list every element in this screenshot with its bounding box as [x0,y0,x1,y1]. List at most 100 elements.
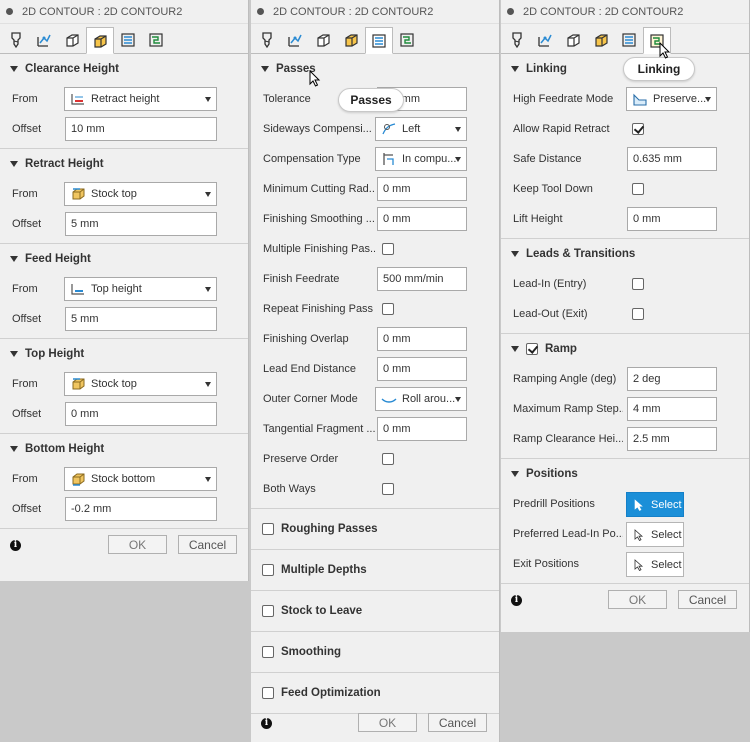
height-section-header[interactable]: Bottom Height [0,434,248,464]
ok-button[interactable]: OK [608,590,667,609]
offset-input[interactable]: -0.2 mm [65,497,217,521]
max-ramp-input[interactable]: 4 mm [627,397,717,421]
positions-section: Positions Predrill Positions Select Prefe… [501,459,749,584]
offset-input[interactable]: 5 mm [65,307,217,331]
cancel-button[interactable]: Cancel [428,713,487,732]
from-select[interactable]: Stock top [64,182,217,206]
finish-smooth-input[interactable]: 0 mm [377,207,467,231]
section-title: Bottom Height [25,443,105,455]
section-checkbox[interactable] [262,564,274,576]
allow-rapid-checkbox[interactable] [632,123,644,135]
both-ways-checkbox[interactable] [382,483,394,495]
tab-tool[interactable] [253,27,281,53]
tab-heights[interactable] [559,27,587,53]
height-section-header[interactable]: Retract Height [0,149,248,179]
tab-passes[interactable] [337,27,365,53]
collapsed-section: Multiple Depths [251,550,499,591]
tab-tool[interactable] [503,27,531,53]
tab-linking[interactable] [114,27,142,53]
ok-button[interactable]: OK [108,535,167,554]
tab-passes[interactable] [587,27,615,53]
from-select[interactable]: Stock top [64,372,217,396]
height-section-header[interactable]: Top Height [0,339,248,369]
from-select[interactable]: Top height [64,277,217,301]
lead-out-checkbox[interactable] [632,308,644,320]
ramp-angle-input[interactable]: 2 deg [627,367,717,391]
collapsed-section-header[interactable]: Multiple Depths [251,550,499,590]
passes-header[interactable]: Passes [251,54,499,84]
collapsed-section-header[interactable]: Roughing Passes [251,509,499,549]
safe-dist-row: Safe Distance 0.635 mm [501,144,749,174]
tab-linking[interactable] [365,27,393,54]
sideways-select[interactable]: Left [375,117,467,141]
outer-corner-select[interactable]: Roll arou... [375,387,467,411]
finish-overlap-input[interactable]: 0 mm [377,327,467,351]
section-checkbox[interactable] [262,687,274,699]
tab-heights[interactable] [309,27,337,53]
repeat-finish-checkbox[interactable] [382,303,394,315]
offset-input[interactable]: 0 mm [65,402,217,426]
multi-finish-checkbox[interactable] [382,243,394,255]
lift-input[interactable]: 0 mm [627,207,717,231]
tab-heights[interactable] [58,27,86,53]
preserve-checkbox[interactable] [382,453,394,465]
cancel-button[interactable]: Cancel [178,535,237,554]
tab-linking[interactable] [615,27,643,53]
collapsed-section-header[interactable]: Stock to Leave [251,591,499,631]
hf-mode-select[interactable]: Preserve... [626,87,717,111]
tab-geometry[interactable] [531,27,559,53]
section-checkbox[interactable] [262,646,274,658]
from-select[interactable]: Retract height [64,87,217,111]
info-icon[interactable]: i [511,594,522,606]
offset-label: Offset [12,503,42,515]
offset-input[interactable]: 10 mm [65,117,217,141]
heights-sections: Clearance Height From Retract height Offset… [0,54,248,529]
info-icon[interactable]: i [10,539,21,551]
section-checkbox[interactable] [262,523,274,535]
preferred-select-button[interactable]: Select [626,522,684,547]
tool-icon [512,32,522,49]
section-title: Ramp [545,343,577,355]
predrill-select-button[interactable]: Select [626,492,684,517]
offset-input[interactable]: 5 mm [65,212,217,236]
section-checkbox[interactable] [262,605,274,617]
panel-title-bar: 2D CONTOUR : 2D CONTOUR2 [501,0,749,24]
from-value: Top height [91,283,142,295]
height-section-header[interactable]: Clearance Height [0,54,248,84]
ok-button[interactable]: OK [358,713,417,732]
from-value: Stock top [91,378,137,390]
tab-geometry[interactable] [30,27,58,53]
lead-in-checkbox[interactable] [632,278,644,290]
height-section-header[interactable]: Feed Height [0,244,248,274]
positions-header[interactable]: Positions [501,459,749,489]
tab-passes[interactable] [86,27,114,54]
lead-end-row: Lead End Distance 0 mm [251,354,499,384]
ramp-clear-input[interactable]: 2.5 mm [627,427,717,451]
min-cut-input[interactable]: 0 mm [377,177,467,201]
tab-link-active[interactable] [142,27,170,53]
chevron-down-icon [205,97,211,102]
lead-end-input[interactable]: 0 mm [377,357,467,381]
keep-tool-checkbox[interactable] [632,183,644,195]
leads-section: Leads & Transitions Lead-In (Entry) Lead… [501,239,749,334]
tab-geometry[interactable] [281,27,309,53]
ramp-header[interactable]: Ramp [501,334,749,364]
comp-type-select[interactable]: In compu... [375,147,467,171]
tab-tool[interactable] [2,27,30,53]
collapsed-section-header[interactable]: Smoothing [251,632,499,672]
finish-feed-input[interactable]: 500 mm/min [377,267,467,291]
passes-tooltip: Passes [338,88,404,112]
ramp-checkbox[interactable] [526,343,538,355]
cancel-button[interactable]: Cancel [678,590,737,609]
hf-mode-label: High Feedrate Mode [513,93,614,105]
max-ramp-label: Maximum Ramp Step... [513,403,623,415]
leads-header[interactable]: Leads & Transitions [501,239,749,269]
exit-select-button[interactable]: Select [626,552,684,577]
predrill-label: Predrill Positions [513,498,595,510]
offset-row: Offset -0.2 mm [0,494,248,524]
tab-link-active[interactable] [393,27,421,53]
tangential-input[interactable]: 0 mm [377,417,467,441]
from-select[interactable]: Stock bottom [64,467,217,491]
safe-dist-input[interactable]: 0.635 mm [627,147,717,171]
info-icon[interactable]: i [261,717,272,729]
